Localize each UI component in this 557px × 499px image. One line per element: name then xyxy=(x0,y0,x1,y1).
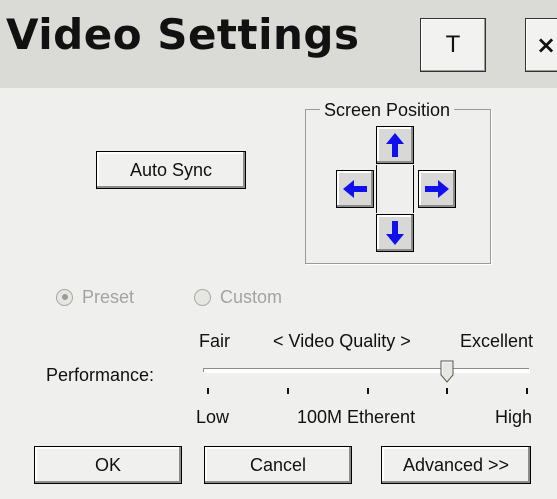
network-label: 100M Etherent xyxy=(297,407,416,427)
ok-button[interactable]: OK xyxy=(34,446,182,484)
preset-radio-label: Preset xyxy=(82,286,135,307)
close-button[interactable]: × xyxy=(525,18,557,72)
performance-slider-track[interactable] xyxy=(203,368,529,372)
auto-sync-button[interactable]: Auto Sync xyxy=(96,151,246,189)
move-left-button[interactable] xyxy=(336,170,374,208)
performance-label-low: Low xyxy=(196,407,230,427)
left-arrow-icon xyxy=(343,180,367,198)
position-center xyxy=(376,165,414,213)
slider-tick xyxy=(526,388,528,394)
slider-tick xyxy=(366,388,369,394)
window-title: Video Settings xyxy=(6,10,360,59)
slider-tick xyxy=(207,388,209,394)
up-arrow-icon xyxy=(386,133,404,157)
video-settings-window: Video Settings T × Auto Sync Screen Posi… xyxy=(0,0,557,499)
preset-radio[interactable]: Preset xyxy=(56,286,134,308)
screen-position-label: Screen Position xyxy=(320,100,455,120)
custom-radio-circle xyxy=(194,288,211,306)
performance-label-high: High xyxy=(495,407,533,427)
custom-radio-label: Custom xyxy=(220,286,283,307)
always-on-top-button[interactable]: T xyxy=(420,18,486,72)
advanced-button[interactable]: Advanced >> xyxy=(381,446,531,484)
quality-label-excellent: Excellent xyxy=(460,331,534,351)
performance-label: Performance: xyxy=(46,365,155,385)
video-quality-label: < Video Quality > xyxy=(273,331,411,351)
cancel-button[interactable]: Cancel xyxy=(204,446,352,484)
move-right-button[interactable] xyxy=(418,170,456,208)
move-up-button[interactable] xyxy=(376,126,414,164)
slider-tick xyxy=(446,388,449,394)
performance-slider-thumb[interactable] xyxy=(440,360,454,384)
title-bar[interactable]: Video Settings T × xyxy=(0,0,557,88)
slider-tick xyxy=(286,388,289,394)
down-arrow-icon xyxy=(386,221,404,245)
right-arrow-icon xyxy=(425,180,449,198)
custom-radio[interactable]: Custom xyxy=(194,286,282,308)
move-down-button[interactable] xyxy=(376,214,414,252)
preset-radio-circle xyxy=(56,288,73,306)
quality-label-fair: Fair xyxy=(199,331,230,351)
